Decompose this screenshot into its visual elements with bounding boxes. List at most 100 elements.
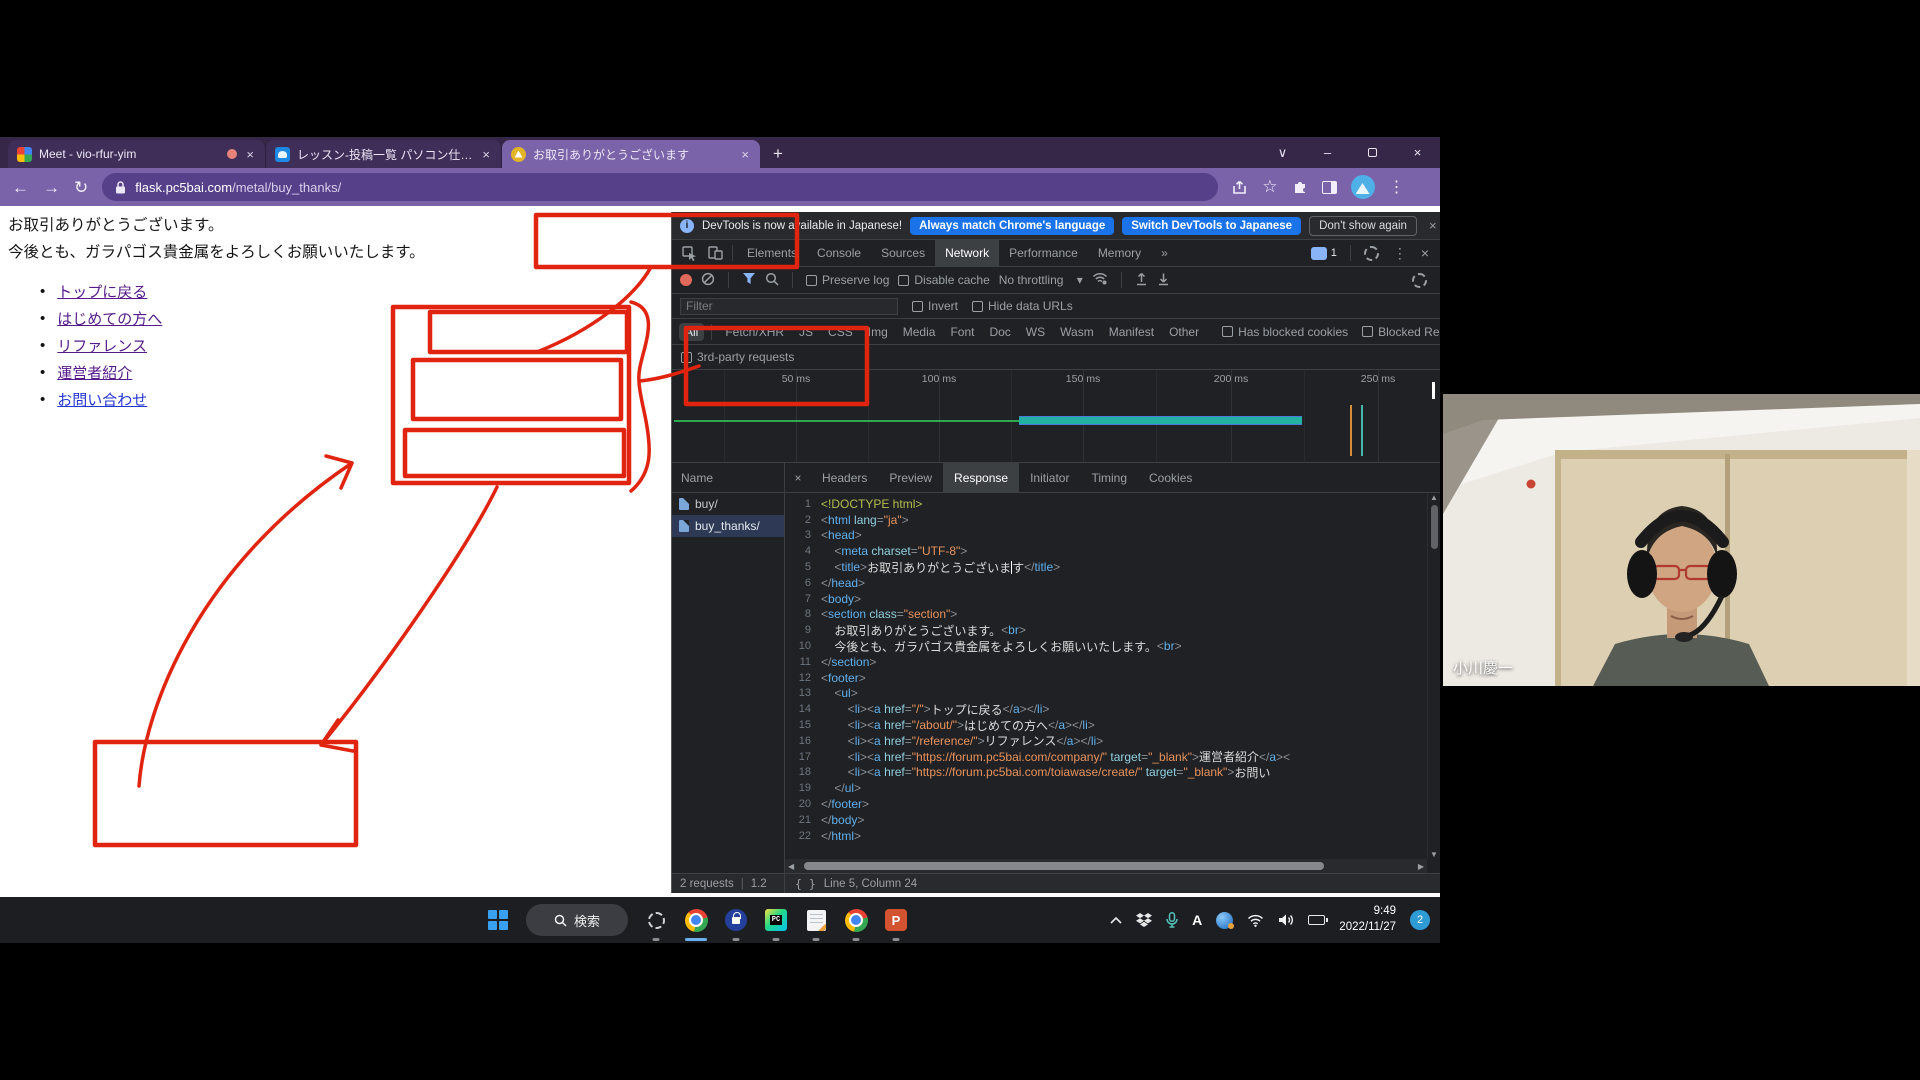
blocked-requests-checkbox[interactable]: Blocked Requests	[1362, 325, 1440, 339]
profile-avatar[interactable]	[1351, 175, 1375, 199]
horizontal-scrollbar[interactable]: ◀ ▶	[785, 859, 1427, 873]
issues-icon[interactable]: 1	[1306, 247, 1342, 260]
tab-close-icon[interactable]: ×	[739, 147, 751, 162]
devtools-tab-sources[interactable]: Sources	[871, 240, 935, 266]
filter-funnel-icon[interactable]	[742, 272, 756, 288]
has-blocked-cookies-checkbox[interactable]: Has blocked cookies	[1222, 325, 1348, 339]
browser-tab[interactable]: レッスン-投稿一覧 パソコン仕事 5 倍×	[266, 140, 502, 168]
page-link[interactable]: •はじめての方へ	[40, 305, 162, 332]
devtools-tab-memory[interactable]: Memory	[1088, 240, 1151, 266]
filter-chip-ws[interactable]: WS	[1020, 323, 1051, 341]
request-row[interactable]: buy/	[672, 493, 784, 515]
close-icon[interactable]: ×	[1395, 137, 1440, 168]
link-label[interactable]: お問い合わせ	[57, 389, 147, 410]
response-tab-preview[interactable]: Preview	[878, 463, 943, 492]
devtools-close-icon[interactable]: ×	[1416, 245, 1434, 261]
switch-japanese-button[interactable]: Switch DevTools to Japanese	[1122, 217, 1301, 235]
request-row[interactable]: buy_thanks/	[672, 515, 784, 537]
response-tab-timing[interactable]: Timing	[1080, 463, 1138, 492]
address-bar[interactable]: flask.pc5bai.com/metal/buy_thanks/	[102, 173, 1218, 201]
filter-chip-media[interactable]: Media	[897, 323, 942, 341]
match-language-button[interactable]: Always match Chrome's language	[910, 217, 1114, 235]
export-har-icon[interactable]	[1157, 272, 1170, 289]
network-overview-timeline[interactable]: 50 ms100 ms150 ms200 ms250 ms	[672, 370, 1440, 463]
more-tabs-icon[interactable]: »	[1151, 240, 1178, 266]
link-label[interactable]: 運営者紹介	[57, 362, 132, 383]
notepad-app[interactable]	[796, 897, 836, 943]
extensions-puzzle-icon[interactable]	[1292, 179, 1308, 195]
hide-data-urls-checkbox[interactable]: Hide data URLs	[972, 299, 1073, 313]
chrome-app-2[interactable]	[836, 897, 876, 943]
scroll-right-icon[interactable]: ▶	[1418, 862, 1424, 871]
tab-search-icon[interactable]: ∨	[1260, 137, 1305, 168]
response-tab-response[interactable]: Response	[943, 463, 1019, 492]
response-tab-headers[interactable]: Headers	[811, 463, 878, 492]
filter-chip-css[interactable]: CSS	[822, 323, 859, 341]
search-icon[interactable]	[765, 272, 779, 289]
toast-close-icon[interactable]: ×	[1425, 218, 1440, 233]
clear-icon[interactable]	[701, 272, 715, 289]
network-settings-gear-icon[interactable]	[1407, 273, 1432, 288]
filter-chip-wasm[interactable]: Wasm	[1054, 323, 1100, 341]
vertical-scroll-thumb[interactable]	[1431, 505, 1438, 549]
scroll-down-icon[interactable]: ▼	[1430, 850, 1438, 859]
new-tab-button[interactable]: +	[764, 140, 792, 168]
response-tab-initiator[interactable]: Initiator	[1019, 463, 1080, 492]
devtools-settings-gear-icon[interactable]	[1359, 246, 1384, 261]
filter-chip-js[interactable]: JS	[793, 323, 819, 341]
preserve-log-checkbox[interactable]: Preserve log	[806, 273, 889, 287]
inspect-element-icon[interactable]	[676, 246, 702, 261]
response-tab-cookies[interactable]: Cookies	[1138, 463, 1203, 492]
device-toolbar-icon[interactable]	[702, 246, 728, 260]
volume-icon[interactable]	[1278, 913, 1294, 927]
record-icon[interactable]	[680, 274, 692, 286]
third-party-checkbox[interactable]: 3rd-party requests	[681, 350, 794, 364]
filter-chip-font[interactable]: Font	[944, 323, 980, 341]
powerpoint-app[interactable]: P	[876, 897, 916, 943]
restore-icon[interactable]	[1350, 137, 1395, 168]
devtools-tab-network[interactable]: Network	[935, 240, 999, 266]
filter-input[interactable]	[680, 298, 898, 315]
back-icon[interactable]: ←	[12, 179, 29, 196]
filter-chip-fetchxhr[interactable]: Fetch/XHR	[719, 323, 790, 341]
page-link[interactable]: •トップに戻る	[40, 278, 162, 305]
devtools-tab-console[interactable]: Console	[807, 240, 871, 266]
microphone-icon[interactable]	[1166, 912, 1178, 928]
minimize-icon[interactable]: –	[1305, 137, 1350, 168]
share-icon[interactable]	[1232, 180, 1248, 195]
format-braces-icon[interactable]: { }	[795, 877, 816, 891]
link-label[interactable]: トップに戻る	[57, 281, 147, 302]
taskbar-search[interactable]: 検索	[526, 904, 628, 936]
browser-tab[interactable]: お取引ありがとうございます×	[502, 140, 760, 168]
forward-icon[interactable]: →	[43, 179, 60, 196]
scroll-left-icon[interactable]: ◀	[788, 862, 794, 871]
devtools-menu-icon[interactable]: ⋮	[1388, 245, 1412, 262]
link-label[interactable]: はじめての方へ	[57, 308, 162, 329]
throttling-select[interactable]: No throttling ▾	[999, 273, 1083, 287]
filter-chip-all[interactable]: All	[679, 323, 704, 341]
vertical-scrollbar[interactable]: ▲ ▼	[1427, 493, 1440, 859]
tab-close-icon[interactable]: ×	[480, 147, 492, 162]
invert-checkbox[interactable]: Invert	[912, 299, 958, 313]
dont-show-again-button[interactable]: Don't show again	[1309, 216, 1417, 236]
wifi-icon[interactable]	[1247, 914, 1264, 927]
tray-chevron-icon[interactable]	[1110, 917, 1122, 924]
chrome-app-active[interactable]	[676, 897, 716, 943]
filter-chip-manifest[interactable]: Manifest	[1103, 323, 1160, 341]
devtools-tab-elements[interactable]: Elements	[737, 240, 807, 266]
side-panel-icon[interactable]	[1322, 181, 1337, 194]
response-close-icon[interactable]: ×	[785, 471, 811, 485]
filter-chip-doc[interactable]: Doc	[983, 323, 1016, 341]
keepass-app[interactable]	[716, 897, 756, 943]
page-link[interactable]: •リファレンス	[40, 332, 162, 359]
start-button[interactable]	[478, 897, 518, 943]
bookmark-star-icon[interactable]: ☆	[1262, 177, 1277, 197]
devtools-tab-performance[interactable]: Performance	[999, 240, 1088, 266]
network-conditions-icon[interactable]	[1092, 272, 1108, 288]
ime-indicator[interactable]: A	[1192, 912, 1202, 928]
tray-app-icon[interactable]	[1216, 912, 1233, 929]
notification-badge[interactable]: 2	[1410, 910, 1430, 930]
horizontal-scroll-thumb[interactable]	[804, 862, 1324, 870]
pen-battery-icon[interactable]	[1308, 915, 1325, 925]
tray-clock[interactable]: 9:49 2022/11/27	[1339, 904, 1396, 935]
